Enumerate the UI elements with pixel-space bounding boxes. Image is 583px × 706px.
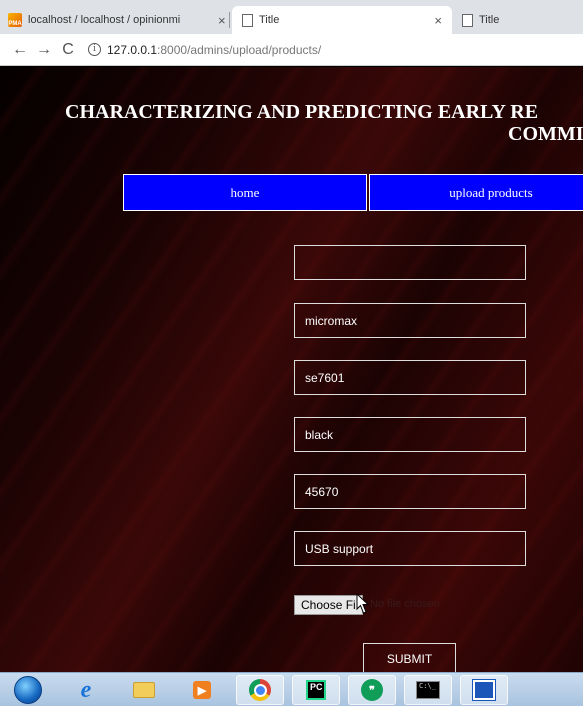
- url-host: 127.0.0.1: [107, 42, 158, 57]
- back-arrow-icon[interactable]: ←: [8, 38, 32, 62]
- taskbar: e ▶ PC ❞ C:\_: [0, 672, 583, 706]
- close-icon[interactable]: ×: [218, 13, 226, 28]
- chrome-icon: [249, 679, 271, 701]
- start-button[interactable]: [4, 675, 52, 705]
- hangouts-icon: ❞: [361, 679, 383, 701]
- product-price-field[interactable]: [294, 474, 526, 509]
- page-title-line1: CHARACTERIZING AND PREDICTING EARLY RE: [65, 101, 539, 123]
- url-path: :8000/admins/upload/products/: [157, 42, 322, 57]
- phpmyadmin-icon: PMA: [8, 13, 22, 27]
- nav-home-link[interactable]: home: [123, 174, 367, 211]
- tab-phpmyadmin[interactable]: PMA localhost / localhost / opinionmi ×: [8, 6, 228, 34]
- mouse-pointer-icon: [356, 593, 370, 614]
- nav-upload-products-link[interactable]: upload products: [369, 174, 583, 211]
- taskbar-hangouts[interactable]: ❞: [348, 675, 396, 705]
- taskbar-remote[interactable]: [460, 675, 508, 705]
- choose-file-button[interactable]: Choose Fi: [294, 595, 363, 615]
- product-color-field[interactable]: [294, 417, 526, 452]
- tab-title: Title: [259, 14, 280, 26]
- page-content: CHARACTERIZING AND PREDICTING EARLY RE C…: [0, 67, 583, 672]
- tab-title: localhost / localhost / opinionmi: [28, 14, 181, 26]
- address-bar: ← → C i 127.0.0.1 :8000/admins/upload/pr…: [0, 34, 583, 66]
- tab-separator: [229, 12, 230, 28]
- url-field[interactable]: i 127.0.0.1 :8000/admins/upload/products…: [88, 43, 321, 57]
- file-status-text: No file chosen: [370, 598, 440, 610]
- taskbar-cmd[interactable]: C:\_: [404, 675, 452, 705]
- page-title-line2: COMMI: [508, 123, 583, 145]
- product-brand-field[interactable]: [294, 303, 526, 338]
- document-icon: [242, 13, 253, 27]
- product-field-1[interactable]: [294, 245, 526, 280]
- forward-arrow-icon[interactable]: →: [32, 38, 56, 62]
- tab-title-active[interactable]: Title ×: [232, 6, 452, 34]
- taskbar-ie[interactable]: e: [62, 675, 110, 705]
- remote-desktop-icon: [472, 679, 496, 701]
- media-player-icon: ▶: [193, 681, 211, 699]
- internet-explorer-icon: e: [80, 676, 92, 703]
- close-icon[interactable]: ×: [434, 13, 442, 28]
- taskbar-chrome[interactable]: [236, 675, 284, 705]
- taskbar-explorer[interactable]: [120, 675, 168, 705]
- product-feature-field[interactable]: [294, 531, 526, 566]
- file-explorer-icon: [133, 682, 155, 698]
- product-model-field[interactable]: [294, 360, 526, 395]
- pycharm-icon: PC: [306, 680, 326, 700]
- tab-title-2[interactable]: Title: [456, 6, 583, 34]
- reload-icon[interactable]: C: [56, 38, 80, 62]
- document-icon: [462, 13, 473, 27]
- taskbar-pycharm[interactable]: PC: [292, 675, 340, 705]
- browser-tab-strip: PMA localhost / localhost / opinionmi × …: [0, 0, 583, 34]
- submit-button[interactable]: SUBMIT: [363, 643, 456, 672]
- start-orb-icon: [14, 676, 42, 704]
- taskbar-media[interactable]: ▶: [178, 675, 226, 705]
- command-prompt-icon: C:\_: [416, 681, 440, 699]
- info-icon[interactable]: i: [88, 43, 101, 56]
- tab-title: Title: [479, 14, 500, 26]
